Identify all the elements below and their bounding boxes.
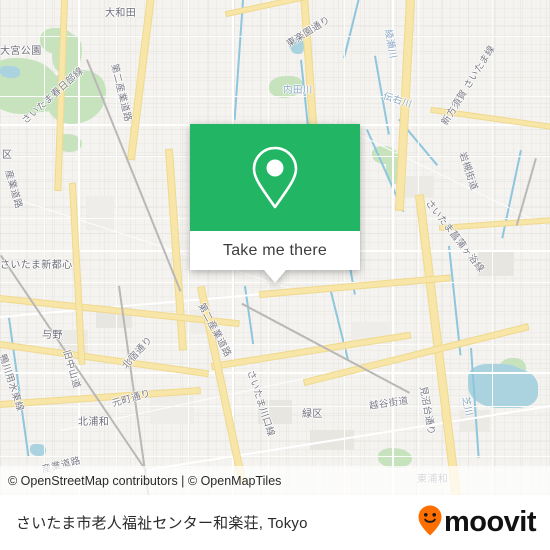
moovit-logo[interactable]: moovit xyxy=(417,504,537,542)
pond-area xyxy=(0,66,20,78)
moovit-wordmark: moovit xyxy=(443,506,537,538)
location-callout-card[interactable]: Take me there xyxy=(190,124,360,283)
map-pin-icon xyxy=(247,143,303,213)
callout-tail xyxy=(264,270,286,283)
page-footer: さいたま市老人福祉センター和楽荘, Tokyo moovit xyxy=(0,495,550,550)
station-title: さいたま市老人福祉センター和楽荘, Tokyo xyxy=(16,515,308,532)
park-area xyxy=(16,72,64,112)
moovit-pin-smiley-icon xyxy=(417,504,443,542)
attribution-text[interactable]: © OpenStreetMap contributors | © OpenMap… xyxy=(0,474,281,488)
moovit-station-map-page: 大和田 大宮公園 東楽園通り 内田川 綾瀬川 伝右川 新方須賀 さいたま線 さいたま春日部線第… xyxy=(0,0,550,550)
pond-area xyxy=(290,38,304,54)
park-area xyxy=(378,448,412,468)
take-me-there-button[interactable]: Take me there xyxy=(190,231,360,270)
map-canvas[interactable]: 大和田 大宮公園 東楽園通り 内田川 綾瀬川 伝右川 新方須賀 さいたま線 さいたま春日部線第… xyxy=(0,0,550,495)
callout-pin-panel xyxy=(190,124,360,231)
map-attribution-bar: © OpenStreetMap contributors | © OpenMap… xyxy=(0,466,550,495)
take-me-there-label: Take me there xyxy=(223,241,327,259)
